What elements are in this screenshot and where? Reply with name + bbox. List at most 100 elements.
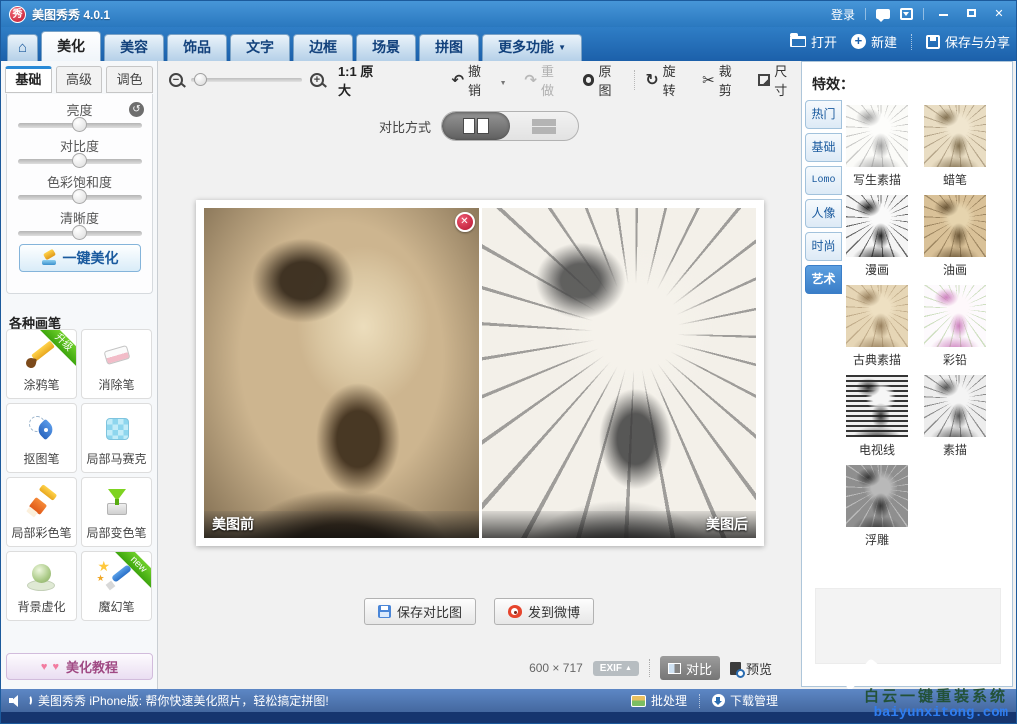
effect-emboss[interactable]: 浮雕 — [846, 465, 908, 555]
brush-local-mosaic[interactable]: 局部马赛克 — [81, 403, 152, 473]
tutorial-button[interactable]: 美化教程 — [6, 653, 153, 680]
toolbar-separator — [634, 70, 635, 90]
compare-mode-toggle[interactable] — [441, 111, 579, 141]
batch-process-button[interactable]: 批处理 — [631, 692, 687, 709]
side-by-side-option[interactable] — [442, 112, 510, 140]
effect-sketch-live[interactable]: 写生素描 — [846, 105, 908, 195]
crop-button[interactable]: 裁剪 — [702, 61, 744, 99]
titlebar-separator — [865, 8, 866, 20]
effect-crayon[interactable]: 蜡笔 — [924, 105, 986, 195]
brush-cutout-pen[interactable]: 抠图笔 — [6, 403, 77, 473]
panel-tab-advanced[interactable]: 高级 — [56, 66, 103, 93]
slider-knob[interactable] — [72, 117, 87, 132]
category-portrait[interactable]: 人像 — [805, 199, 842, 228]
maximize-button[interactable] — [962, 7, 980, 22]
after-image[interactable]: 美图后 — [482, 208, 757, 538]
tab-more-features[interactable]: 更多功能 — [482, 34, 582, 61]
effect-sketch[interactable]: 素描 — [924, 375, 986, 465]
download-manager-button[interactable]: 下载管理 — [712, 692, 778, 709]
effect-thumbnail[interactable] — [846, 105, 908, 167]
effect-thumbnail[interactable] — [846, 465, 908, 527]
slider-knob[interactable] — [72, 189, 87, 204]
saturation-slider[interactable] — [18, 195, 142, 200]
zoom-slider-knob[interactable] — [194, 73, 207, 86]
effect-thumbnail[interactable] — [846, 375, 908, 437]
skin-icon[interactable] — [900, 8, 913, 20]
effect-thumbnail[interactable] — [846, 285, 908, 347]
brush-doodle-pen[interactable]: 涂鸦笔 升级 — [6, 329, 77, 399]
category-basic[interactable]: 基础 — [805, 133, 842, 162]
category-fashion[interactable]: 时尚 — [805, 232, 842, 261]
contrast-slider[interactable] — [18, 159, 142, 164]
zoom-in-icon[interactable] — [310, 73, 324, 87]
effect-thumbnail[interactable] — [924, 195, 986, 257]
preview-button[interactable]: 预览 — [730, 659, 772, 678]
stacked-option[interactable] — [510, 112, 578, 140]
exif-button[interactable]: EXIF — [593, 661, 639, 676]
effect-oil-painting[interactable]: 油画 — [924, 195, 986, 285]
effect-color-pencil[interactable]: 彩铅 — [924, 285, 986, 375]
open-button[interactable]: 打开 — [790, 32, 837, 51]
tab-collage[interactable]: 拼图 — [419, 34, 479, 61]
slider-knob[interactable] — [72, 153, 87, 168]
rotate-button[interactable]: 旋转 — [645, 61, 688, 99]
undo-button[interactable]: 撤销 — [451, 61, 506, 99]
redo-button[interactable]: 重做 — [524, 61, 566, 99]
tab-text[interactable]: 文字 — [230, 34, 290, 61]
tab-beautify[interactable]: 美化 — [41, 31, 101, 61]
slider-knob[interactable] — [72, 225, 87, 240]
before-image[interactable]: 美图前 — [204, 208, 479, 538]
promo-message[interactable]: 美图秀秀 iPhone版: 帮你快速美化照片，轻松搞定拼图! — [38, 692, 329, 709]
save-share-button[interactable]: 保存与分享 — [926, 32, 1010, 51]
tab-scene[interactable]: 场景 — [356, 34, 416, 61]
brush-background-blur[interactable]: 背景虚化 — [6, 551, 77, 621]
close-image-button[interactable] — [455, 212, 475, 232]
tab-cosmetic[interactable]: 美容 — [104, 34, 164, 61]
effect-tv-lines[interactable]: 电视线 — [846, 375, 908, 465]
circle-icon — [583, 74, 595, 86]
category-hot[interactable]: 热门 — [805, 100, 842, 129]
split-vertical-icon — [477, 118, 489, 134]
brightness-slider[interactable] — [18, 123, 142, 128]
effect-classic-sketch[interactable]: 古典素描 — [846, 285, 908, 375]
brush-eraser[interactable]: 消除笔 — [81, 329, 152, 399]
canvas-toolbar: 1:1 原大 撤销 重做 原图 旋转 — [158, 61, 800, 99]
zoom-out-icon[interactable] — [169, 73, 183, 87]
brush-local-recolor[interactable]: 局部变色笔 — [81, 477, 152, 547]
effect-comic[interactable]: 漫画 — [846, 195, 908, 285]
split-horizontal-icon — [532, 127, 556, 134]
reset-icon[interactable] — [129, 102, 144, 117]
save-comparison-button[interactable]: 保存对比图 — [364, 598, 476, 625]
effect-thumbnail[interactable] — [846, 195, 908, 257]
effect-thumbnail[interactable] — [924, 375, 986, 437]
login-link[interactable]: 登录 — [831, 6, 855, 23]
funnel-icon — [98, 486, 136, 522]
feedback-icon[interactable] — [876, 9, 890, 19]
new-button[interactable]: + 新建 — [851, 32, 897, 51]
tab-border[interactable]: 边框 — [293, 34, 353, 61]
effect-thumbnail[interactable] — [924, 285, 986, 347]
close-window-button[interactable] — [990, 7, 1008, 22]
preview-icon — [730, 662, 741, 675]
category-art[interactable]: 艺术 — [805, 265, 842, 294]
zoom-slider[interactable] — [191, 78, 302, 82]
tab-accessory[interactable]: 饰品 — [167, 34, 227, 61]
send-weibo-button[interactable]: 发到微博 — [494, 598, 594, 625]
home-tab[interactable] — [7, 34, 38, 61]
minimize-button[interactable] — [934, 7, 952, 22]
brush-local-color[interactable]: 局部彩色笔 — [6, 477, 77, 547]
weibo-icon — [508, 605, 522, 618]
zoom-actual-button[interactable]: 1:1 原大 — [338, 61, 386, 99]
panel-tab-tone[interactable]: 调色 — [106, 66, 153, 93]
chevron-down-icon[interactable] — [498, 73, 507, 88]
compare-toggle-button[interactable]: 对比 — [660, 656, 720, 680]
magic-stamp-icon — [41, 251, 57, 265]
original-image-button[interactable]: 原图 — [583, 61, 625, 99]
resize-button[interactable]: 尺寸 — [758, 61, 800, 99]
effect-thumbnail[interactable] — [924, 105, 986, 167]
brush-magic-pen[interactable]: 魔幻笔 new — [81, 551, 152, 621]
clarity-slider[interactable] — [18, 231, 142, 236]
one-key-beautify-button[interactable]: 一键美化 — [19, 244, 141, 272]
category-lomo[interactable]: Lomo — [805, 166, 842, 195]
panel-tab-basic[interactable]: 基础 — [5, 66, 52, 93]
